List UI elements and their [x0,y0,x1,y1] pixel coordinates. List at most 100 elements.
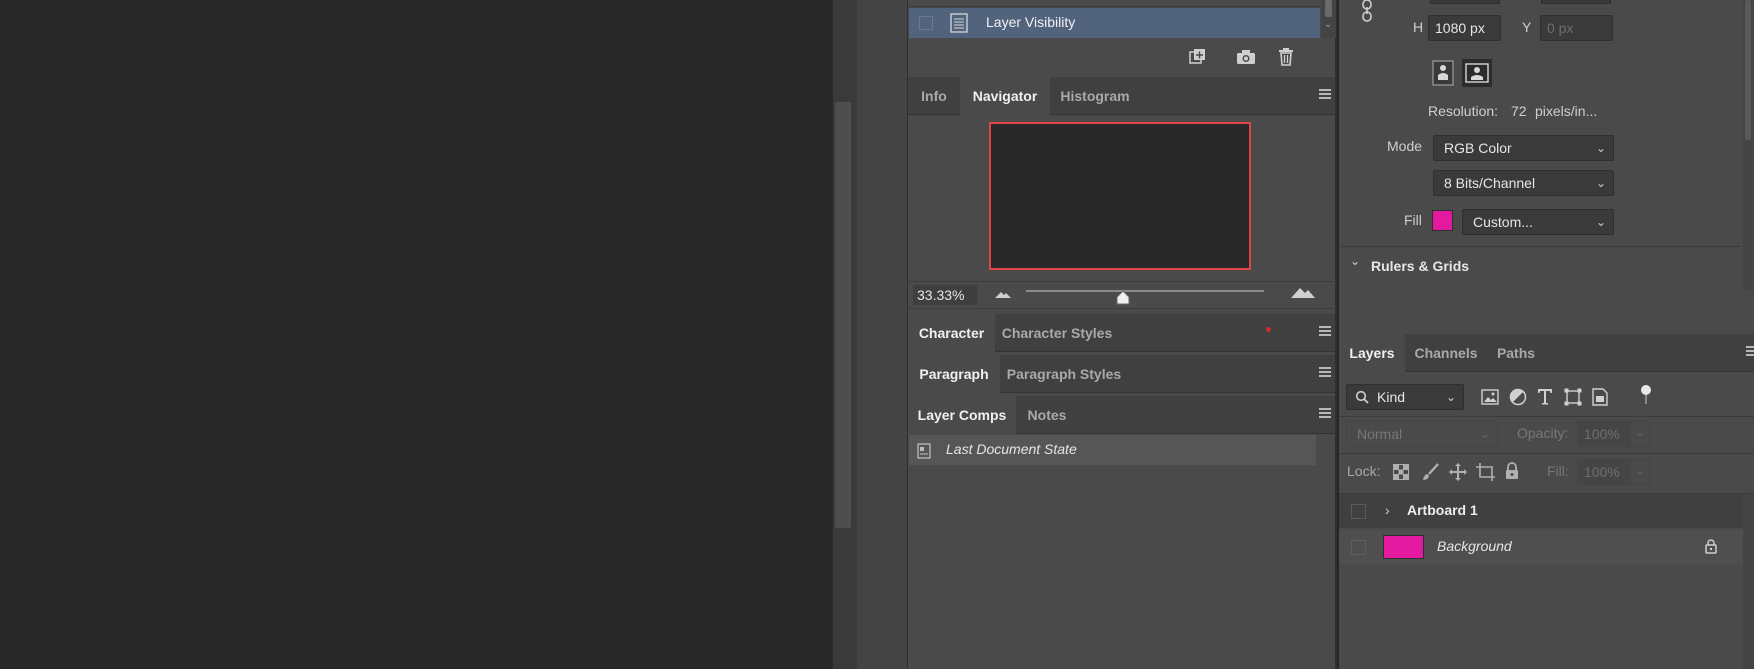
y-field[interactable]: 0 px [1540,15,1613,41]
tab-character-styles[interactable]: Character Styles [995,314,1119,352]
visibility-toggle[interactable] [1351,504,1366,519]
layer-name: Background [1437,538,1512,554]
lock-row-divider [1339,453,1754,454]
history-item[interactable]: Layer Visibility [909,8,1320,38]
opacity-stepper[interactable]: ⌄ [1630,421,1650,447]
properties-top-field-y [1541,0,1611,4]
visibility-toggle[interactable] [1351,540,1366,555]
h-label: H [1413,19,1424,35]
history-scrollbar[interactable]: ⌄ [1321,0,1336,38]
landscape-orientation-icon[interactable] [1462,59,1492,87]
layer-filter-kind-select[interactable]: Kind ⌄ [1346,384,1464,410]
properties-top-field [1430,0,1500,4]
canvas-scroll-thumb[interactable] [835,102,851,528]
rulers-grids-heading[interactable]: Rulers & Grids [1371,258,1469,274]
lock-artboard-icon[interactable] [1476,463,1496,481]
layers-tabbar: Layers Channels Paths [1339,334,1754,372]
chevron-down-icon: ⌄ [1595,141,1606,155]
bit-depth-select[interactable]: 8 Bits/Channel ⌄ [1433,170,1614,196]
layer-row-background[interactable]: Background [1339,530,1743,564]
pixel-layer-filter-icon[interactable] [1481,389,1499,405]
layer-fill-stepper[interactable]: ⌄ [1630,459,1650,485]
layers-scrollbar[interactable] [1743,494,1754,669]
chevron-down-icon: ⌄ [1445,390,1456,404]
tab-character[interactable]: Character [908,314,995,352]
right-panel-column: H 1080 px Y 0 px Resolution: 72 pixels/i… [1339,0,1754,669]
tab-notes[interactable]: Notes [1016,396,1078,434]
navigator-preview[interactable] [989,122,1251,270]
tab-layers[interactable]: Layers [1339,334,1405,372]
layer-fill-field[interactable]: 100% [1577,459,1631,485]
properties-scrollbar[interactable] [1743,0,1753,290]
zoom-in-mountain-icon[interactable] [1290,284,1316,299]
panel-menu-icon[interactable] [1319,89,1331,101]
fill-label: Fill [1404,212,1422,228]
shape-layer-filter-icon[interactable] [1564,388,1582,406]
collapsed-panel-strip [856,0,907,669]
panel-menu-icon[interactable] [1319,367,1331,379]
mode-label: Mode [1387,138,1423,154]
tab-paragraph[interactable]: Paragraph [908,355,1000,393]
layer-row-artboard[interactable]: › Artboard 1 [1339,494,1743,528]
panel-menu-icon[interactable] [1746,346,1754,358]
tab-histogram[interactable]: Histogram [1050,77,1140,115]
document-canvas[interactable] [0,0,832,669]
tab-navigator[interactable]: Navigator [960,77,1050,115]
zoom-slider-track[interactable] [1026,290,1264,292]
chevron-down-icon: ⌄ [1595,215,1606,229]
layer-comp-row[interactable]: Last Document State [909,435,1316,465]
zoom-input[interactable]: 33.33% [913,285,977,305]
blend-mode-select[interactable]: Normal ⌄ [1346,421,1498,447]
filter-toggle-icon[interactable] [1641,385,1651,395]
lock-image-pixels-brush-icon[interactable] [1421,463,1439,481]
layer-fill-label: Fill: [1547,463,1569,479]
middle-panel-column: Layer Visibility ⌄ Info Navigator Histog… [907,0,1337,669]
smart-object-filter-icon[interactable] [1592,388,1608,406]
lock-position-move-icon[interactable] [1449,463,1467,481]
history-list-top [908,0,1320,7]
lock-label: Lock: [1347,463,1381,479]
tab-layer-comps[interactable]: Layer Comps [908,396,1016,434]
type-layer-filter-icon[interactable] [1537,388,1553,406]
new-document-from-state-icon[interactable] [1188,48,1208,66]
layer-comps-tabbar: Layer Comps Notes [908,396,1335,434]
resolution-label: Resolution: [1428,103,1499,119]
search-icon [1355,390,1369,404]
fill-select[interactable]: Custom... ⌄ [1462,209,1614,235]
fill-color-swatch[interactable] [1432,210,1453,231]
zoom-slider-handle[interactable] [1116,291,1130,305]
link-constrain-icon[interactable] [1360,0,1374,22]
lock-icon[interactable] [1705,539,1717,554]
navigator-tabbar: Info Navigator Histogram [908,77,1335,115]
panel-menu-icon[interactable] [1319,408,1331,420]
opacity-field[interactable]: 100% [1577,421,1631,447]
indicator-dot [1266,327,1271,332]
opacity-label: Opacity: [1517,425,1569,441]
lock-transparent-pixels-icon[interactable] [1393,464,1409,480]
tab-paragraph-styles[interactable]: Paragraph Styles [1000,355,1128,393]
portrait-orientation-icon[interactable] [1432,60,1454,86]
panel-menu-icon[interactable] [1319,326,1331,338]
layer-thumbnail [1383,535,1424,559]
y-label: Y [1522,19,1532,35]
lock-all-icon[interactable] [1505,462,1519,480]
trash-icon[interactable] [1278,48,1294,66]
document-icon [950,13,968,33]
history-item-checkbox[interactable] [919,16,933,30]
fill-select-value: Custom... [1473,214,1533,230]
chevron-right-icon[interactable]: › [1385,502,1390,518]
layer-filter-kind-value: Kind [1377,389,1406,405]
adjustment-layer-filter-icon[interactable] [1509,388,1527,406]
section-divider [1341,246,1741,247]
mode-select[interactable]: RGB Color ⌄ [1433,135,1614,161]
tab-info[interactable]: Info [908,77,960,115]
resolution-value: 72 [1511,103,1527,119]
camera-snapshot-icon[interactable] [1236,49,1256,65]
chevron-down-icon[interactable]: ⌄ [1350,254,1360,268]
height-field[interactable]: 1080 px [1428,15,1501,41]
layer-comp-label: Last Document State [946,441,1077,457]
layer-comp-icon [917,443,931,459]
zoom-out-mountain-icon[interactable] [994,289,1012,299]
tab-paths[interactable]: Paths [1487,334,1545,372]
tab-channels[interactable]: Channels [1405,334,1487,372]
